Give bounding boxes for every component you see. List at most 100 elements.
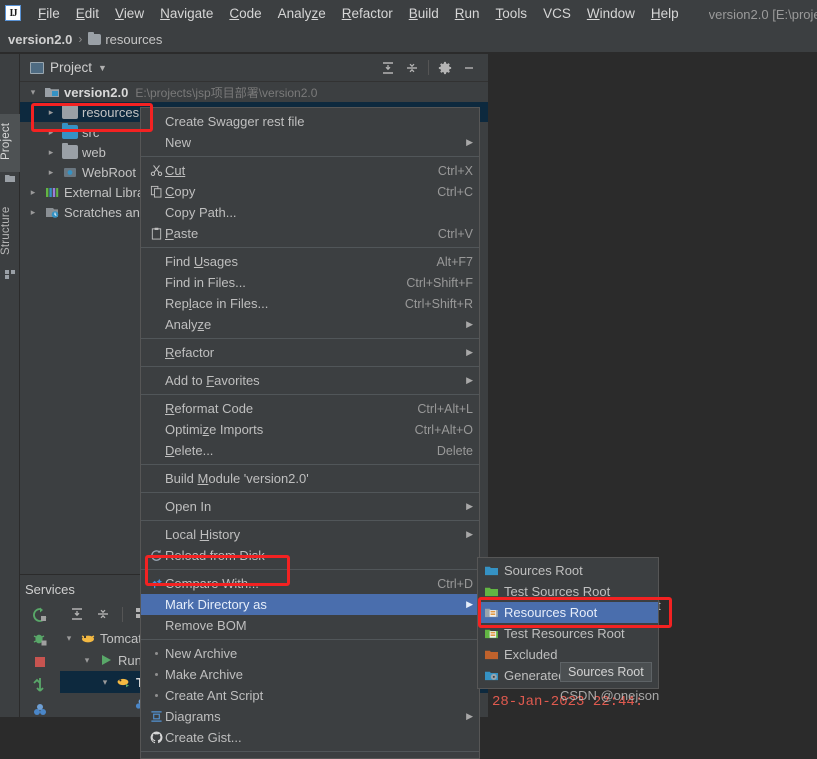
menu-item-compare-with[interactable]: Compare With... Ctrl+D [141, 573, 479, 594]
menu-build[interactable]: Build [401, 4, 447, 23]
menu-edit[interactable]: Edit [68, 4, 107, 23]
menu-item-local-history[interactable]: Local History ▶ [141, 524, 479, 545]
webroot-icon [62, 165, 78, 179]
menu-item-create-ant-script[interactable]: Create Ant Script [141, 685, 479, 706]
tooltip-sources-root: Sources Root [560, 662, 652, 682]
menu-item-reformat-code[interactable]: Reformat Code Ctrl+Alt+L [141, 398, 479, 419]
app-logo-icon: IJ [5, 5, 21, 21]
menu-navigate-rest: avigate [170, 6, 214, 21]
folder-strip-icon[interactable] [4, 172, 16, 184]
generated-sources-root-icon [484, 669, 504, 682]
menu-file[interactable]: File [30, 4, 68, 23]
submenu-item-test-sources-root[interactable]: Test Sources Root [478, 581, 658, 602]
menu-item-copy-path[interactable]: Copy Path... [141, 202, 479, 223]
menu-analyze[interactable]: Analyze [270, 4, 334, 23]
project-icon [30, 62, 44, 74]
menu-item-mark-directory-as[interactable]: Mark Directory as ▶ [141, 594, 479, 615]
tool-window-tab-structure[interactable]: Structure [0, 200, 20, 262]
menu-item-label: Add to Favorites [165, 373, 452, 388]
menu-item-label: Optimize Imports [165, 422, 395, 437]
redeploy-icon[interactable] [29, 676, 51, 694]
menu-item-analyze[interactable]: Analyze ▶ [141, 314, 479, 335]
chevron-down-icon[interactable]: ▾ [100, 677, 110, 687]
submenu-item-resources-root[interactable]: Resources Root [478, 602, 658, 623]
sources-folder-icon [62, 125, 78, 139]
menu-item-cut[interactable]: Cut Ctrl+X [141, 160, 479, 181]
menu-tools[interactable]: Tools [488, 4, 536, 23]
menu-item-new-archive[interactable]: New Archive [141, 643, 479, 664]
menu-item-open-in[interactable]: Open In ▶ [141, 496, 479, 517]
menu-item-add-to-favorites[interactable]: Add to Favorites ▶ [141, 370, 479, 391]
menu-item-paste[interactable]: Paste Ctrl+V [141, 223, 479, 244]
chevron-down-icon[interactable]: ▼ [98, 63, 107, 73]
tree-row-module[interactable]: ▾ version2.0 E:\projects\jsp项目部署\version… [20, 82, 488, 102]
structure-strip-icon[interactable] [4, 268, 16, 280]
menu-item-create-swagger-rest-file[interactable]: Create Swagger rest file [141, 111, 479, 132]
menu-window[interactable]: Window [579, 4, 643, 23]
folder-icon [62, 105, 78, 119]
toolbar-divider [122, 607, 123, 622]
collapse-all-icon[interactable] [401, 57, 423, 79]
chevron-right-icon[interactable]: ▸ [46, 147, 56, 157]
menu-item-find-usages[interactable]: Find Usages Alt+F7 [141, 251, 479, 272]
minimize-icon[interactable] [458, 57, 480, 79]
submenu-item-label: Test Sources Root [504, 584, 610, 599]
submenu-item-sources-root[interactable]: Sources Root [478, 560, 658, 581]
collapse-all-icon[interactable] [92, 603, 114, 625]
tree-label-web: web [82, 145, 106, 160]
chevron-down-icon[interactable]: ▾ [64, 633, 74, 643]
expand-all-icon[interactable] [377, 57, 399, 79]
chevron-right-icon[interactable]: ▸ [28, 207, 38, 217]
expand-all-icon[interactable] [66, 603, 88, 625]
chevron-down-icon[interactable]: ▾ [28, 87, 38, 97]
scratches-icon [44, 205, 60, 219]
menu-item-make-archive[interactable]: Make Archive [141, 664, 479, 685]
tool-window-tab-project[interactable]: Project [0, 114, 20, 172]
chevron-right-icon[interactable]: ▸ [28, 187, 38, 197]
menu-item-refactor[interactable]: Refactor ▶ [141, 342, 479, 363]
chevron-down-icon[interactable]: ▾ [82, 655, 92, 665]
menu-item-optimize-imports[interactable]: Optimize Imports Ctrl+Alt+O [141, 419, 479, 440]
menu-item-find-in-files[interactable]: Find in Files... Ctrl+Shift+F [141, 272, 479, 293]
menu-view[interactable]: View [107, 4, 152, 23]
chevron-right-icon[interactable]: ▸ [46, 127, 56, 137]
menu-item-new[interactable]: New ▶ [141, 132, 479, 153]
chevron-right-icon[interactable]: ▸ [46, 167, 56, 177]
menu-code[interactable]: Code [221, 4, 269, 23]
submenu-item-test-resources-root[interactable]: Test Resources Root [478, 623, 658, 644]
gear-icon[interactable] [434, 57, 456, 79]
menu-vcs[interactable]: VCS [535, 4, 579, 23]
menu-item-shortcut: Delete [437, 444, 473, 458]
sources-root-icon [484, 564, 504, 577]
menu-help[interactable]: Help [643, 4, 687, 23]
menu-item-remove-bom[interactable]: Remove BOM [141, 615, 479, 636]
menu-run[interactable]: Run [447, 4, 488, 23]
menu-item-replace-in-files[interactable]: Replace in Files... Ctrl+Shift+R [141, 293, 479, 314]
menu-item-label: Reformat Code [165, 401, 397, 416]
debug-icon[interactable] [29, 629, 51, 647]
menu-item-reload-from-disk[interactable]: Reload from Disk [141, 545, 479, 566]
menu-code-rest: ode [239, 6, 262, 21]
menu-refactor[interactable]: Refactor [334, 4, 401, 23]
menu-item-copy[interactable]: Copy Ctrl+C [141, 181, 479, 202]
stop-icon[interactable] [29, 653, 51, 671]
rerun-icon[interactable] [29, 606, 51, 624]
services-title: Services [25, 582, 75, 597]
menu-item-label: Replace in Files... [165, 296, 385, 311]
no-chevron-icon [118, 699, 128, 709]
menu-separator [141, 247, 479, 248]
folder-icon [88, 34, 101, 45]
menu-item-delete[interactable]: Delete... Delete [141, 440, 479, 461]
menu-navigate[interactable]: Navigate [152, 4, 221, 23]
menu-item-build-module[interactable]: Build Module 'version2.0' [141, 468, 479, 489]
tree-label-external-libraries: External Libra [64, 185, 144, 200]
chevron-right-icon[interactable]: ▸ [46, 107, 56, 117]
menu-item-create-gist[interactable]: Create Gist... [141, 727, 479, 748]
menu-item-label: Copy [165, 184, 417, 199]
deploy-artifacts-icon[interactable] [29, 700, 51, 718]
menu-item-label: Find in Files... [165, 275, 386, 290]
breadcrumb-project[interactable]: version2.0 [8, 32, 72, 47]
breadcrumb-resources[interactable]: resources [88, 32, 162, 47]
menu-item-label: Reload from Disk [165, 548, 473, 563]
menu-separator [141, 639, 479, 640]
